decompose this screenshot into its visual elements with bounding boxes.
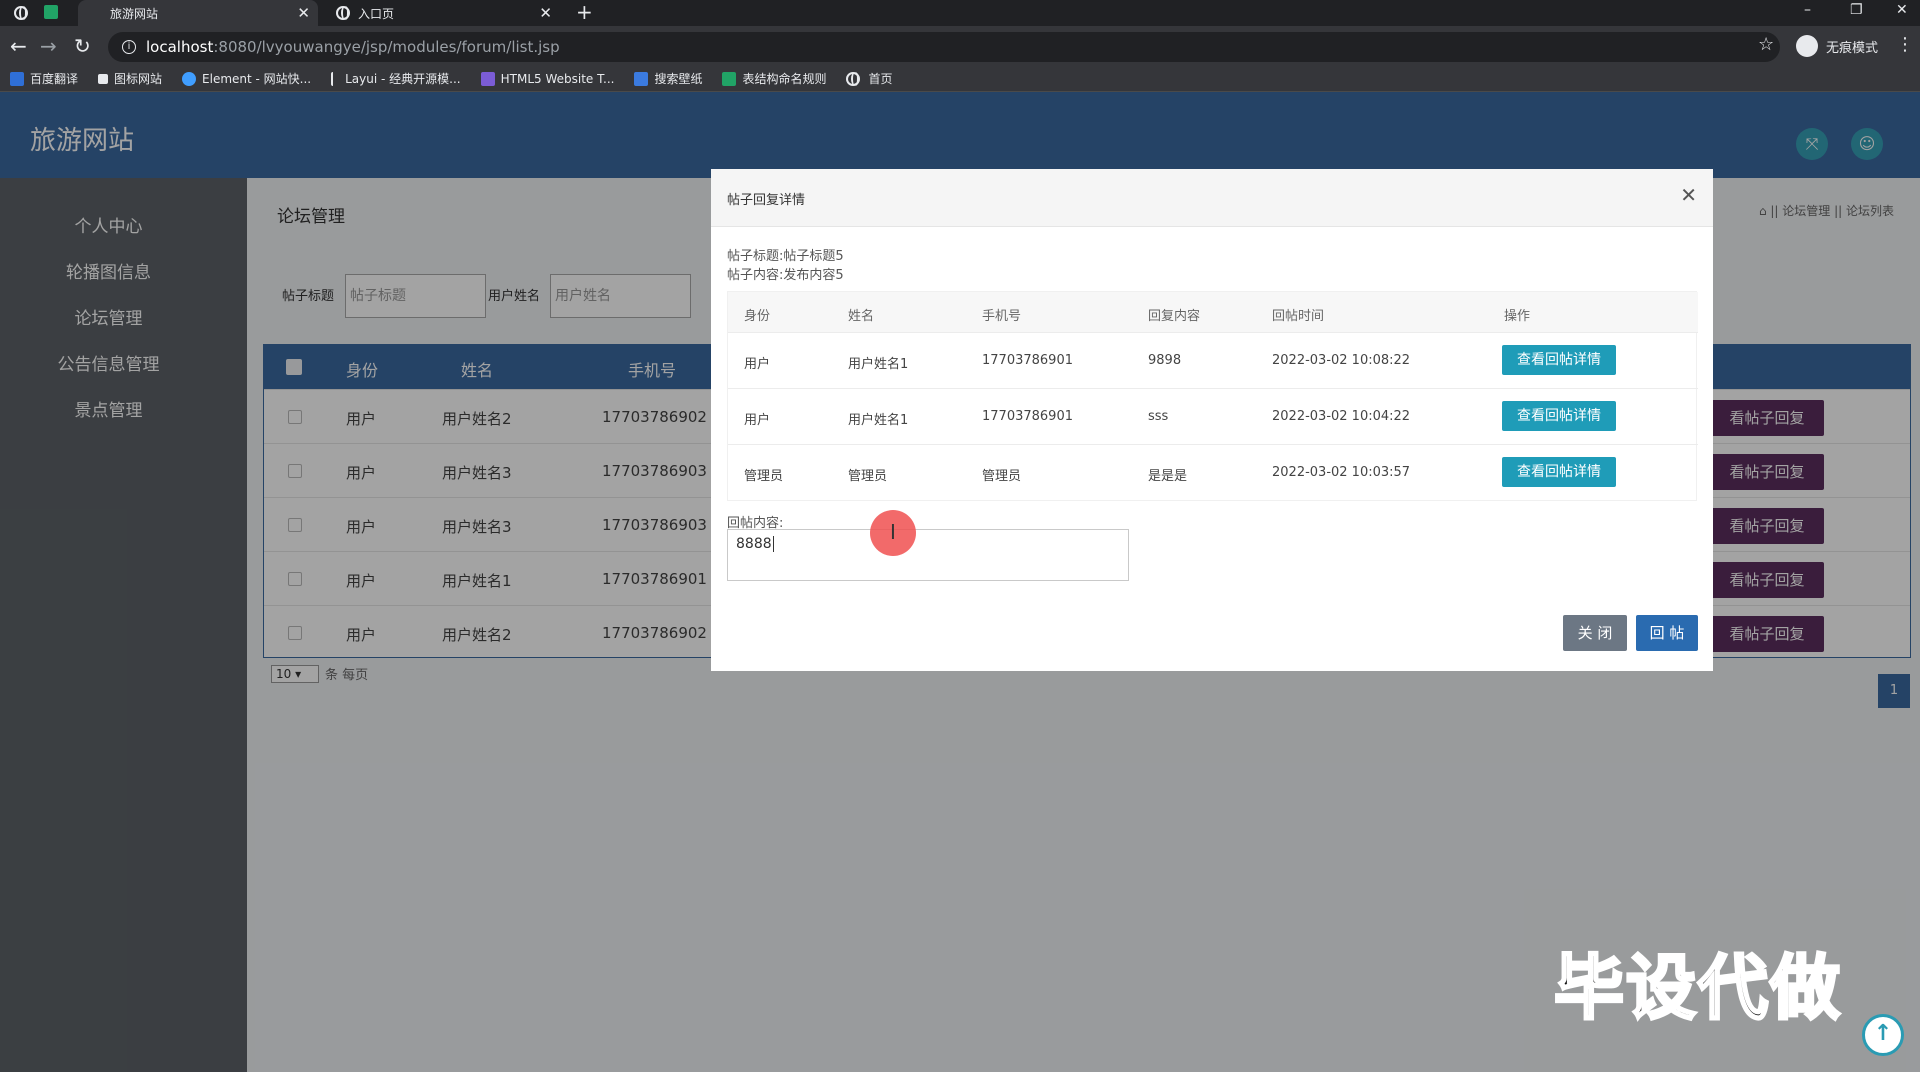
cell-time: 2022-03-02 10:03:57 [1272, 465, 1411, 480]
chrome-icon [14, 6, 28, 20]
bookmark-item[interactable]: 首页 [846, 70, 893, 87]
translate-icon [10, 71, 24, 86]
url-path: :8080/lvyouwangye/jsp/modules/forum/list… [213, 38, 560, 56]
cell-time: 2022-03-02 10:04:22 [1272, 409, 1411, 424]
wallpaper-icon [634, 71, 649, 86]
cell-phone: 17703786901 [982, 409, 1073, 424]
cell-content: sss [1148, 409, 1169, 424]
page-icon [90, 8, 100, 18]
reply-detail-modal: 帖子回复详情 ✕ 帖子标题:帖子标题5 帖子内容:发布内容5 身份 姓名 手机号… [711, 169, 1713, 671]
tab-title: 旅游网站 [110, 6, 159, 21]
close-icon[interactable]: ✕ [1680, 185, 1697, 205]
bookmark-star-icon[interactable]: ☆ [1758, 34, 1774, 55]
post-content: 帖子内容:发布内容5 [727, 268, 844, 283]
cell-name: 管理员 [848, 469, 888, 484]
column-header: 回复内容 [1148, 309, 1201, 324]
browser-toolbar: ← → ↻ i localhost :8080/lvyouwangye/jsp/… [0, 26, 1920, 66]
flag-icon [98, 73, 109, 84]
restore-button[interactable]: ❐ [1850, 2, 1863, 18]
incognito-profile[interactable]: 无痕模式 [1796, 35, 1878, 57]
reload-icon[interactable]: ↻ [74, 34, 91, 58]
modal-header: 帖子回复详情 ✕ [711, 169, 1713, 227]
reply-row: 管理员 管理员 管理员 是是是 2022-03-02 10:03:57 查看回帖… [728, 444, 1698, 500]
close-button[interactable]: 关 闭 [1563, 615, 1627, 651]
close-tab-icon[interactable]: ✕ [539, 4, 552, 22]
column-header: 身份 [744, 309, 771, 324]
post-title: 帖子标题:帖子标题5 [727, 249, 844, 264]
cell-role: 用户 [744, 413, 771, 428]
cell-name: 用户姓名1 [848, 413, 909, 428]
column-header: 手机号 [982, 309, 1022, 324]
reply-table: 身份 姓名 手机号 回复内容 回帖时间 操作 用户 用户姓名1 17703786… [727, 291, 1698, 501]
cell-role: 管理员 [744, 469, 784, 484]
text-caret [772, 536, 774, 552]
view-reply-detail-button[interactable]: 查看回帖详情 [1502, 345, 1616, 375]
sheet-icon [722, 71, 737, 86]
cell-phone: 管理员 [982, 469, 1022, 484]
bookmark-item[interactable]: Layui - 经典开源模... [331, 70, 461, 87]
profile-label: 无痕模式 [1826, 40, 1879, 56]
forward-arrow-icon[interactable]: → [40, 34, 57, 58]
view-reply-detail-button[interactable]: 查看回帖详情 [1502, 401, 1616, 431]
cell-content: 9898 [1148, 353, 1182, 368]
pinned-tab-icon[interactable] [44, 5, 58, 19]
html5-icon [480, 71, 495, 86]
scroll-to-top-icon[interactable]: ↑ [1862, 1014, 1904, 1056]
reply-text: 8888 [736, 536, 772, 552]
window-close-button[interactable]: ✕ [1896, 2, 1908, 18]
new-tab-button[interactable]: + [576, 0, 593, 24]
globe-icon [846, 71, 861, 86]
bookmark-item[interactable]: 图标网站 [98, 70, 162, 87]
site-info-icon[interactable]: i [122, 40, 136, 54]
bookmark-item[interactable]: HTML5 Website T... [480, 71, 614, 86]
element-icon [182, 71, 197, 86]
browser-tab-bar: 旅游网站 ✕ 入口页 ✕ + – ❐ ✕ [0, 0, 1920, 26]
reply-content-textarea[interactable]: 8888 [727, 529, 1129, 581]
back-arrow-icon[interactable]: ← [10, 34, 27, 58]
url-host: localhost [146, 38, 214, 56]
reply-row: 用户 用户姓名1 17703786901 9898 2022-03-02 10:… [728, 332, 1698, 388]
modal-title: 帖子回复详情 [727, 193, 806, 208]
cell-time: 2022-03-02 10:08:22 [1272, 353, 1411, 368]
reply-row: 用户 用户姓名1 17703786901 sss 2022-03-02 10:0… [728, 388, 1698, 444]
tab-travel-site[interactable]: 旅游网站 ✕ [78, 0, 318, 26]
bookmark-item[interactable]: 搜索壁纸 [634, 70, 702, 87]
column-header: 姓名 [848, 309, 875, 324]
address-bar[interactable]: i localhost :8080/lvyouwangye/jsp/module… [108, 32, 1780, 62]
cell-content: 是是是 [1148, 469, 1188, 484]
column-header: 回帖时间 [1272, 309, 1325, 324]
incognito-icon [1796, 35, 1818, 57]
tab-entry-page[interactable]: 入口页 ✕ [326, 0, 560, 26]
column-header: 操作 [1504, 309, 1531, 324]
cell-phone: 17703786901 [982, 353, 1073, 368]
browser-menu-icon[interactable]: ⋮ [1896, 34, 1914, 55]
globe-icon [336, 6, 350, 20]
layui-icon [331, 71, 339, 86]
cell-role: 用户 [744, 357, 771, 372]
close-tab-icon[interactable]: ✕ [297, 4, 310, 22]
view-reply-detail-button[interactable]: 查看回帖详情 [1502, 457, 1616, 487]
watermark-text: 毕设代做 [1553, 946, 1842, 1031]
bookmark-item[interactable]: 表结构命名规则 [722, 70, 826, 87]
bookmark-item[interactable]: 百度翻译 [10, 70, 78, 87]
minimize-button[interactable]: – [1804, 2, 1811, 18]
bookmark-item[interactable]: Element - 网站快... [182, 70, 311, 87]
reply-table-header: 身份 姓名 手机号 回复内容 回帖时间 操作 [728, 292, 1698, 332]
cell-name: 用户姓名1 [848, 357, 909, 372]
text-cursor-icon: I [890, 520, 896, 544]
bookmarks-bar: 百度翻译 图标网站 Element - 网站快... Layui - 经典开源模… [0, 66, 1920, 92]
reply-button[interactable]: 回 帖 [1636, 615, 1698, 651]
tab-title: 入口页 [358, 6, 395, 21]
